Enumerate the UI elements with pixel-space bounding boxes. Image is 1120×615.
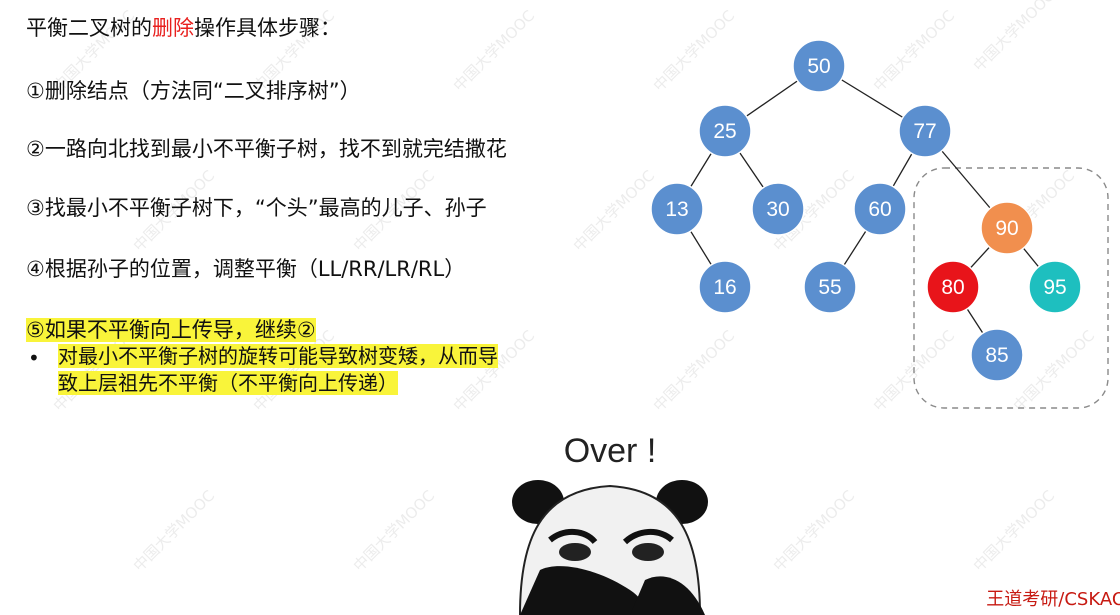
tree-node-50: 50 bbox=[792, 39, 846, 93]
tree-node-77: 77 bbox=[898, 104, 952, 158]
tree-node-85: 85 bbox=[970, 328, 1024, 382]
tree-node-label-25: 25 bbox=[713, 120, 736, 143]
tree-node-80: 80 bbox=[926, 260, 980, 314]
tree-node-16: 16 bbox=[698, 260, 752, 314]
tree-node-label-80: 80 bbox=[941, 276, 964, 299]
tree-node-label-50: 50 bbox=[807, 55, 830, 78]
tree-node-30: 30 bbox=[751, 182, 805, 236]
panda-meme-image: Over ! bbox=[480, 420, 740, 615]
tree-node-13: 13 bbox=[650, 182, 704, 236]
tree-node-55: 55 bbox=[803, 260, 857, 314]
tree-node-label-85: 85 bbox=[985, 344, 1008, 367]
meme-caption: Over ! bbox=[564, 432, 657, 470]
tree-nodes: 50 25 77 13 30 60 90 16 55 80 95 85 bbox=[650, 39, 1082, 382]
footer-brand: 王道考研/CSKAO bbox=[986, 589, 1120, 610]
tree-node-90: 90 bbox=[980, 201, 1034, 255]
tree-node-60: 60 bbox=[853, 182, 907, 236]
tree-node-label-55: 55 bbox=[818, 276, 841, 299]
tree-node-25: 25 bbox=[698, 104, 752, 158]
tree-node-label-90: 90 bbox=[995, 217, 1018, 240]
tree-node-label-77: 77 bbox=[913, 120, 936, 143]
tree-node-label-95: 95 bbox=[1043, 276, 1066, 299]
tree-node-label-60: 60 bbox=[868, 198, 891, 221]
tree-node-label-16: 16 bbox=[713, 276, 736, 299]
tree-node-95: 95 bbox=[1028, 260, 1082, 314]
tree-node-label-13: 13 bbox=[665, 198, 688, 221]
tree-node-label-30: 30 bbox=[766, 198, 789, 221]
